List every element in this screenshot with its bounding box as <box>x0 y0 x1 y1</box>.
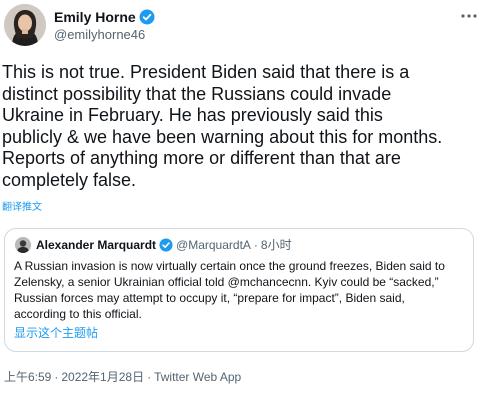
author-handle[interactable]: @emilyhorne46 <box>54 27 145 43</box>
quoted-author-avatar <box>15 237 31 253</box>
quoted-author-name: Alexander Marquardt <box>36 238 157 252</box>
tweet-text: This is not true. President Biden said t… <box>2 62 443 190</box>
tweet-date[interactable]: 2022年1月28日 <box>61 370 144 384</box>
author-avatar[interactable] <box>4 4 46 46</box>
more-horizontal-icon[interactable] <box>459 8 479 24</box>
tweet-time[interactable]: 上午6:59 <box>4 370 51 384</box>
quoted-tweet-time: 8小时 <box>260 238 292 252</box>
separator-dot: · <box>54 370 59 384</box>
translate-tweet-link[interactable]: 翻译推文 <box>2 202 42 214</box>
verified-badge-icon <box>159 238 173 252</box>
author-name[interactable]: Emily Horne <box>54 8 155 26</box>
tweet-source: Twitter Web App <box>154 370 242 384</box>
separator-dot: · <box>147 370 152 384</box>
tweet-metadata: 上午6:59 · 2022年1月28日 · Twitter Web App <box>4 369 241 385</box>
tweet-card: Emily Horne @emilyhorne46 This is not tr… <box>0 0 491 396</box>
quoted-tweet-header: Alexander Marquardt @MarquardtA · 8小时 <box>15 237 292 253</box>
show-thread-link[interactable]: 显示这个主题帖 <box>14 325 98 341</box>
separator-dot: · <box>253 238 258 252</box>
author-name-text[interactable]: Emily Horne <box>54 8 136 26</box>
quoted-tweet[interactable]: Alexander Marquardt @MarquardtA · 8小时 A … <box>4 228 474 352</box>
verified-badge-icon <box>139 9 155 25</box>
quoted-tweet-text: A Russian invasion is now virtually cert… <box>14 259 445 321</box>
quoted-author-handle: @MarquardtA <box>176 238 251 252</box>
